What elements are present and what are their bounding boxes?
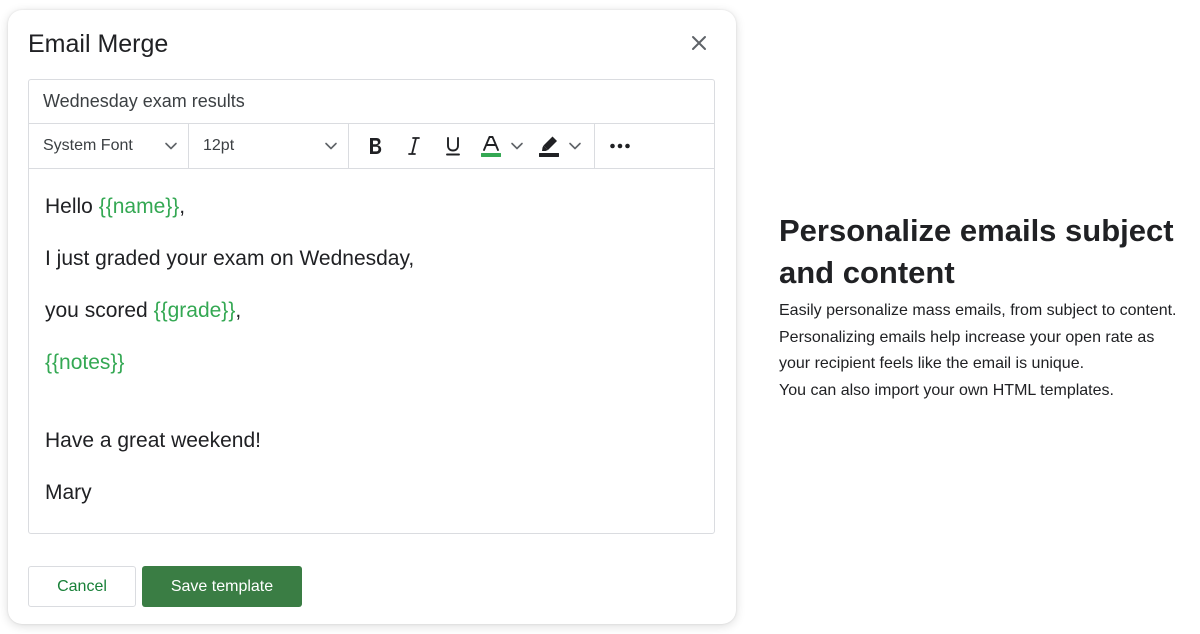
bold-button[interactable] xyxy=(355,129,394,163)
feature-paragraph-1: Easily personalize mass emails, from sub… xyxy=(779,302,1177,319)
highlight-swatch xyxy=(539,153,559,157)
chevron-down-icon xyxy=(325,142,337,150)
cancel-button[interactable]: Cancel xyxy=(28,566,136,607)
greeting-line: Hello {{name}}, xyxy=(45,181,698,233)
subject-row xyxy=(29,80,714,124)
text-color-icon xyxy=(481,136,501,157)
font-family-value: System Font xyxy=(43,137,133,154)
underline-icon xyxy=(445,137,460,156)
highlight-color-button[interactable] xyxy=(530,129,588,163)
email-editor: System Font 12pt xyxy=(28,79,715,534)
feature-paragraph-2: Personalizing emails help increase your … xyxy=(779,328,1155,373)
italic-icon xyxy=(407,137,420,155)
font-family-select[interactable]: System Font xyxy=(29,124,189,168)
formatting-toolbar: System Font 12pt xyxy=(29,124,714,169)
text-color-button[interactable] xyxy=(472,129,530,163)
email-merge-dialog: Email Merge System Font 12pt xyxy=(8,10,736,624)
score-line: you scored {{grade}}, xyxy=(45,285,698,337)
notes-line: {{notes}} xyxy=(45,337,698,389)
more-options-button[interactable] xyxy=(595,124,645,168)
more-icon xyxy=(610,143,630,149)
subject-input[interactable] xyxy=(43,91,683,112)
score-prefix: you scored xyxy=(45,299,154,322)
bold-icon xyxy=(369,138,381,154)
highlight-icon xyxy=(539,136,559,157)
font-size-value: 12pt xyxy=(203,137,235,154)
greeting-text: Hello xyxy=(45,195,99,218)
email-body[interactable]: Hello {{name}}, I just graded your exam … xyxy=(29,169,714,519)
chevron-down-icon xyxy=(511,142,523,150)
greeting-end: , xyxy=(179,195,186,218)
score-end: , xyxy=(235,299,242,322)
feature-title: Personalize emails subject and content xyxy=(779,213,1174,290)
save-template-button[interactable]: Save template xyxy=(142,566,302,607)
notes-variable: {{notes}} xyxy=(45,351,125,374)
name-variable: {{name}} xyxy=(98,195,180,218)
chevron-down-icon xyxy=(165,142,177,150)
closing-line: Have a great weekend! xyxy=(45,429,261,452)
signature-line: Mary xyxy=(45,481,92,504)
text-format-group xyxy=(349,124,595,168)
underline-button[interactable] xyxy=(433,129,472,163)
close-icon xyxy=(692,36,706,50)
feature-text: Easily personalize mass emails, from sub… xyxy=(779,298,1189,404)
chevron-down-icon xyxy=(569,142,581,150)
close-button[interactable] xyxy=(686,30,712,56)
font-size-select[interactable]: 12pt xyxy=(189,124,349,168)
dialog-title: Email Merge xyxy=(28,30,169,58)
feature-description: Personalize emails subject and content E… xyxy=(779,210,1189,404)
feature-paragraph-3: You can also import your own HTML templa… xyxy=(779,381,1114,399)
italic-button[interactable] xyxy=(394,129,433,163)
grade-variable: {{grade}} xyxy=(153,299,236,322)
body-line-2: I just graded your exam on Wednesday, xyxy=(45,247,415,270)
text-color-swatch xyxy=(481,153,501,157)
